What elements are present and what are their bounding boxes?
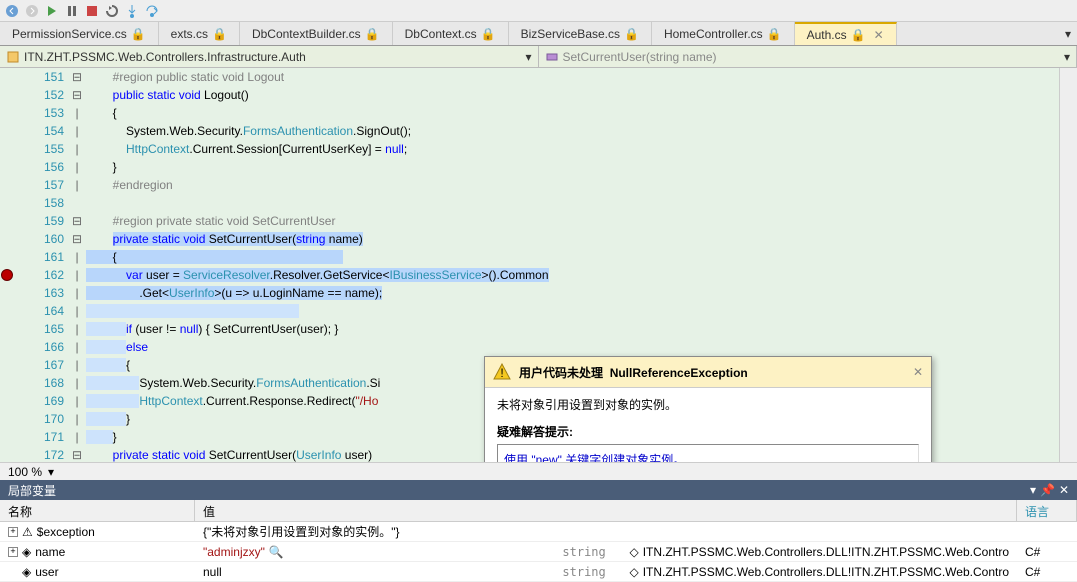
locals-title: 局部变量 [8,482,56,499]
chevron-down-icon: ▾ [1064,50,1070,64]
step-into-icon[interactable] [124,3,140,19]
tab-dropdown[interactable]: ▾ [1059,22,1077,45]
vertical-scrollbar[interactable] [1059,68,1077,462]
locals-columns: 名称 值 语言 [0,500,1077,522]
tab-permissionservice[interactable]: PermissionService.cs 🔒 [0,22,159,45]
close-icon[interactable]: ✕ [1059,483,1069,497]
breakpoint-margin[interactable] [0,68,14,462]
close-icon[interactable]: ✕ [874,28,884,42]
tab-dbcontextbuilder[interactable]: DbContextBuilder.cs 🔒 [240,22,393,45]
close-icon[interactable]: ✕ [913,365,923,379]
class-icon [6,50,20,64]
col-type[interactable]: 语言 [1017,500,1077,521]
exception-message: 未将对象引用设置到对象的实例。 [497,396,919,413]
pin-icon[interactable]: 📌 [1040,483,1055,497]
variable-icon: ◈ [22,545,31,559]
locals-panel-header: 局部变量 ▾ 📌 ✕ [0,480,1077,500]
lock-icon: 🔒 [767,27,782,41]
document-tabs: PermissionService.cs 🔒 exts.cs 🔒 DbConte… [0,22,1077,46]
nav-forward-icon[interactable] [24,3,40,19]
code-editor[interactable]: 1511521531541551561571581591601611621631… [0,68,1077,462]
main-toolbar [0,0,1077,22]
popup-header: ! 用户代码未处理 NullReferenceException ✕ [485,357,931,388]
step-over-icon[interactable] [144,3,160,19]
tab-homecontroller[interactable]: HomeController.cs 🔒 [652,22,795,45]
tab-auth[interactable]: Auth.cs 🔒 ✕ [795,22,897,45]
locals-panel: 名称 值 语言 + ⚠ $exception {"未将对象引用设置到对象的实例。… [0,500,1077,582]
lock-icon: 🔒 [481,27,496,41]
lock-icon: 🔒 [212,27,227,41]
method-icon [545,50,559,64]
watch-type: string [562,565,605,579]
variable-icon: ◈ [22,565,31,579]
pause-icon[interactable] [64,3,80,19]
breakpoint-icon[interactable] [1,269,13,281]
locals-row[interactable]: ◈ user null string ◇ ITN.ZHT.PSSMC.Web.C… [0,562,1077,582]
line-numbers: 1511521531541551561571581591601611621631… [14,68,70,462]
hints-title: 疑难解答提示: [497,423,919,440]
stop-icon[interactable] [84,3,100,19]
hint-link[interactable]: 使用 "new" 关键字创建对象实例。 [504,451,912,462]
locals-row[interactable]: + ◈ name "adminjzxy" 🔍 string ◇ ITN.ZHT.… [0,542,1077,562]
expand-icon[interactable]: + [8,527,18,537]
dropdown-icon[interactable]: ▾ [1030,483,1036,497]
popup-title: 用户代码未处理 NullReferenceException [519,364,905,381]
lock-icon: 🔒 [851,28,866,42]
nav-back-icon[interactable] [4,3,20,19]
magnify-icon[interactable]: 🔍 [269,545,283,559]
lock-icon: 🔒 [624,27,639,41]
col-value[interactable]: 值 [195,500,1017,521]
warning-icon: ⚠ [22,525,33,539]
class-selector[interactable]: ITN.ZHT.PSSMC.Web.Controllers.Infrastruc… [0,46,539,67]
warning-icon: ! [493,363,511,381]
chevron-down-icon: ▾ [525,50,531,64]
locals-row[interactable]: + ⚠ $exception {"未将对象引用设置到对象的实例。"} [0,522,1077,542]
expand-icon[interactable]: + [8,547,18,557]
col-name[interactable]: 名称 [0,500,195,521]
editor-status-bar: 100 % ▾ [0,462,1077,480]
watch-icon: ◇ [629,545,638,559]
continue-icon[interactable] [44,3,60,19]
restart-icon[interactable] [104,3,120,19]
tab-dbcontext[interactable]: DbContext.cs 🔒 [393,22,509,45]
lock-icon: 🔒 [131,27,146,41]
tab-bizservicebase[interactable]: BizServiceBase.cs 🔒 [509,22,652,45]
zoom-level: 100 % [8,465,42,479]
hints-list[interactable]: 使用 "new" 关键字创建对象实例。 在调用方法前，通过检查确定对象是否为 n… [497,444,919,462]
lock-icon: 🔒 [365,27,380,41]
fold-margin[interactable]: ⊟⊟|||||⊟⊟|||||||||||⊟|| [70,68,84,462]
svg-text:!: ! [500,366,503,380]
code-nav-bar: ITN.ZHT.PSSMC.Web.Controllers.Infrastruc… [0,46,1077,68]
zoom-dropdown-icon[interactable]: ▾ [48,465,54,479]
watch-type: string [562,545,605,559]
exception-popup: ! 用户代码未处理 NullReferenceException ✕ 未将对象引… [484,356,932,462]
tab-exts[interactable]: exts.cs 🔒 [159,22,240,45]
watch-icon: ◇ [629,565,638,579]
member-selector[interactable]: SetCurrentUser(string name) ▾ [539,46,1077,67]
